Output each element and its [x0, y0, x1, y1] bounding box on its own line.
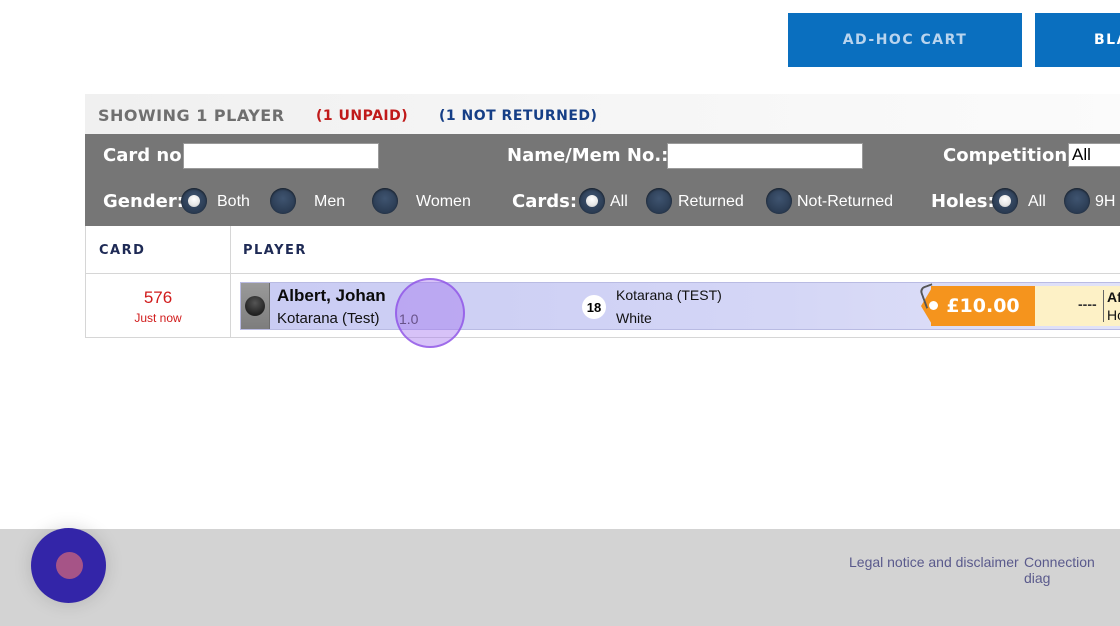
gender-women-radio[interactable]	[372, 188, 398, 214]
cards-returned-label: Returned	[678, 193, 744, 210]
tee-color: White	[616, 310, 652, 326]
status-dot-icon	[245, 296, 265, 316]
cards-returned-radio[interactable]	[646, 188, 672, 214]
status-divider	[1103, 290, 1104, 322]
results-summary: SHOWING 1 PLAYER (1 UNPAID) (1 NOT RETUR…	[85, 94, 1120, 134]
name-mem-input[interactable]	[667, 143, 863, 169]
gender-men-radio[interactable]	[270, 188, 296, 214]
footer: Legal notice and disclaimer Connection d…	[0, 529, 1120, 626]
competition-select[interactable]: All	[1068, 143, 1120, 167]
gender-men-label: Men	[314, 193, 346, 210]
cards-all-label: All	[610, 193, 628, 210]
adhoc-cart-button[interactable]: AD-HOC CART	[788, 13, 1022, 67]
holes-all-radio[interactable]	[992, 188, 1018, 214]
connection-diagnostics-link[interactable]: Connection diag	[1024, 554, 1120, 586]
holes-all-label: All	[1028, 193, 1046, 210]
cards-all-radio[interactable]	[579, 188, 605, 214]
card-no-label: Card no:	[103, 145, 189, 166]
second-top-button[interactable]: BLA	[1035, 13, 1120, 67]
filter-bar: Card no: Name/Mem No.: Competition: All …	[85, 134, 1120, 226]
status-text-line1: Af	[1107, 289, 1120, 305]
showing-count: SHOWING 1 PLAYER	[98, 106, 285, 125]
card-no-input[interactable]	[183, 143, 379, 169]
chat-launcher-icon	[56, 552, 83, 579]
column-player[interactable]: PLAYER	[243, 243, 307, 258]
gender-both-label: Both	[217, 193, 250, 210]
not-returned-count[interactable]: (1 NOT RETURNED)	[439, 108, 597, 124]
name-mem-label: Name/Mem No.:	[507, 145, 669, 166]
player-club: Kotarana (Test)	[277, 310, 380, 327]
column-divider	[230, 274, 231, 338]
competition-name: Kotarana (TEST)	[616, 287, 722, 303]
unpaid-count[interactable]: (1 UNPAID)	[316, 108, 408, 124]
legal-notice-link[interactable]: Legal notice and disclaimer	[849, 554, 1019, 570]
price-amount: £10.00	[931, 286, 1035, 326]
status-box: ---- Af Ho	[1035, 286, 1120, 326]
chat-launcher-button[interactable]	[31, 528, 106, 603]
price-tag[interactable]: £10.00	[921, 286, 1035, 326]
status-text-line2: Ho	[1107, 307, 1120, 323]
cursor-highlight	[395, 278, 465, 348]
player-name[interactable]: Albert, Johan	[277, 286, 386, 306]
holes-label: Holes:	[931, 191, 995, 212]
holes-9h-radio[interactable]	[1064, 188, 1090, 214]
card-time: Just now	[134, 311, 182, 325]
column-card[interactable]: CARD	[99, 243, 145, 258]
cards-label: Cards:	[512, 191, 578, 212]
card-number[interactable]: 576	[86, 288, 230, 308]
gender-both-radio[interactable]	[181, 188, 207, 214]
gender-label: Gender:	[103, 191, 184, 212]
holes-badge: 18	[582, 295, 606, 319]
cards-not-returned-label: Not-Returned	[797, 193, 894, 210]
column-divider	[230, 226, 231, 274]
cards-not-returned-radio[interactable]	[766, 188, 792, 214]
competition-label: Competition:	[943, 145, 1075, 166]
player-handle[interactable]	[241, 283, 270, 329]
holes-9h-label: 9H	[1095, 193, 1116, 210]
gender-women-label: Women	[416, 193, 471, 210]
table-header: CARD PLAYER	[85, 226, 1120, 274]
status-dash: ----	[1078, 296, 1097, 312]
